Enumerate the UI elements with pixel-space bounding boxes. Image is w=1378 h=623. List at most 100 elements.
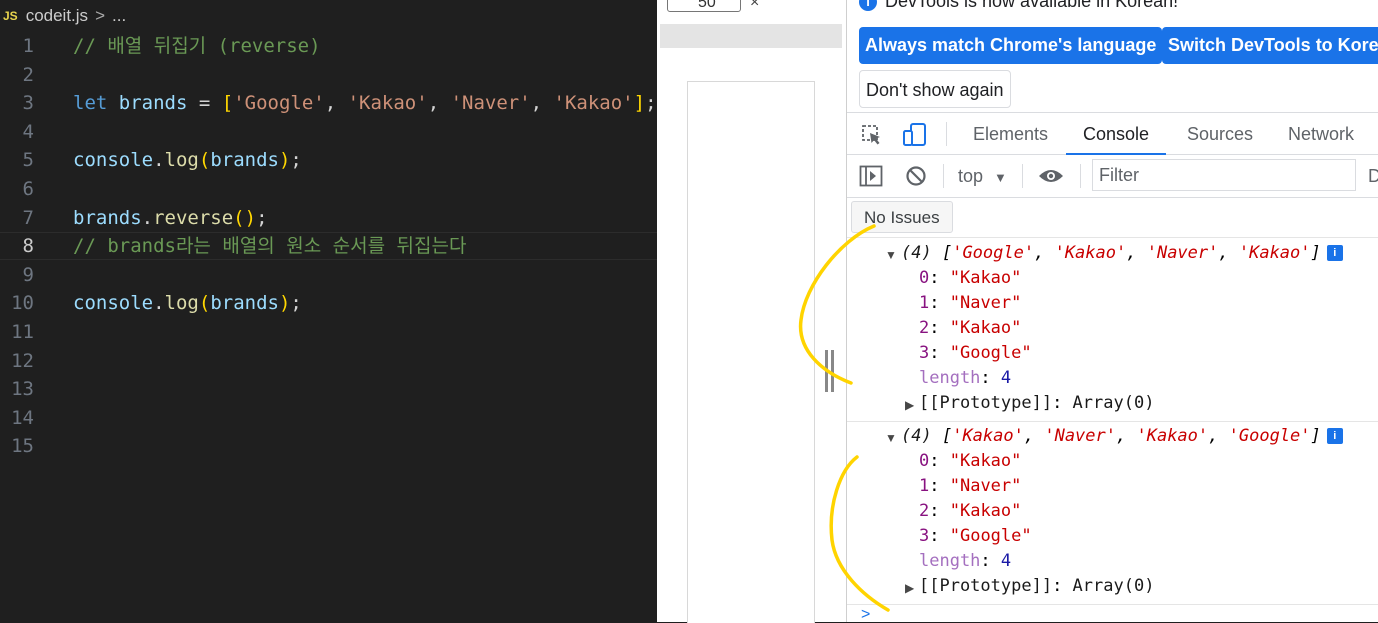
- tab-sources[interactable]: Sources: [1187, 113, 1253, 155]
- code-token: ;: [290, 292, 302, 315]
- code-line[interactable]: 1 // 배열 뒤집기 (reverse): [0, 32, 657, 60]
- prototype-value: Array(0): [1072, 576, 1155, 596]
- array-entry[interactable]: 0: "Kakao": [919, 451, 1021, 471]
- code-text[interactable]: // brands라는 배열의 원소 순서를 뒤집는다: [73, 232, 466, 260]
- array-entry[interactable]: 1: "Naver": [919, 476, 1021, 496]
- message-divider: [847, 604, 1378, 605]
- divider: [1022, 164, 1023, 188]
- breadcrumb: JS codeit.js > ...: [0, 0, 126, 32]
- notice-text: DevTools is now available in Korean!: [885, 0, 1179, 11]
- line-number: 11: [11, 321, 34, 343]
- zoom-input[interactable]: 50: [667, 0, 741, 12]
- code-token: ,: [324, 92, 348, 115]
- code-text[interactable]: console.log(brands);: [73, 146, 302, 174]
- code-token: (: [198, 292, 211, 315]
- array-entry[interactable]: 0: "Kakao": [919, 268, 1021, 288]
- console-log-entry: ▼ (4) ['Google', 'Kakao', 'Naver', 'Kakao…: [847, 243, 1378, 423]
- code-line[interactable]: 12: [0, 347, 657, 375]
- close-icon[interactable]: ×: [750, 0, 759, 12]
- tab-elements[interactable]: Elements: [973, 113, 1048, 155]
- array-entry[interactable]: 2: "Kakao": [919, 318, 1021, 338]
- preview-item: 'Kakao': [952, 426, 1024, 446]
- code-token: (): [233, 206, 257, 229]
- code-token: 'Naver': [450, 92, 531, 115]
- live-expression-eye-icon[interactable]: [1038, 167, 1064, 185]
- code-line[interactable]: 8 // brands라는 배열의 원소 순서를 뒤집는다: [0, 232, 657, 260]
- match-language-button[interactable]: Always match Chrome's language: [859, 27, 1163, 64]
- preview-item: 'Kakao': [1136, 426, 1209, 446]
- devtools-tabbar: Elements Console Sources Network: [847, 112, 1378, 155]
- expand-triangle-icon[interactable]: ▼: [885, 431, 897, 445]
- resize-handle[interactable]: [825, 350, 835, 392]
- preview-item: 'Naver': [1044, 426, 1116, 446]
- code-line[interactable]: 11: [0, 318, 657, 346]
- code-token: 'Kakao': [553, 92, 634, 115]
- info-badge-icon[interactable]: i: [1326, 245, 1343, 261]
- code-text[interactable]: brands.reverse();: [73, 204, 268, 232]
- inspect-element-icon[interactable]: [861, 124, 883, 146]
- code-line[interactable]: 4: [0, 118, 657, 146]
- line-number: 5: [22, 149, 34, 172]
- issues-button[interactable]: No Issues: [851, 201, 953, 233]
- entry-key: 1: [919, 293, 930, 313]
- tab-network[interactable]: Network: [1288, 113, 1354, 155]
- message-divider: [847, 421, 1378, 422]
- array-entry[interactable]: 1: "Naver": [919, 293, 1021, 313]
- code-line[interactable]: 10 console.log(brands);: [0, 289, 657, 317]
- filter-input[interactable]: Filter: [1092, 159, 1356, 191]
- code-token: brands: [118, 92, 188, 115]
- code-line[interactable]: 3 let brands = ['Google', 'Kakao', 'Naver…: [0, 89, 657, 117]
- code-text[interactable]: console.log(brands);: [73, 289, 302, 317]
- length-value: 4: [1000, 368, 1012, 388]
- console-prompt[interactable]: >: [861, 606, 870, 622]
- code-token: let: [73, 92, 108, 115]
- expand-triangle-icon[interactable]: ▼: [885, 248, 897, 262]
- language-notice: i DevTools is now available in Korean!: [859, 0, 1178, 12]
- line-number: 2: [22, 63, 34, 86]
- code-line[interactable]: 9: [0, 261, 657, 289]
- entry-key: 2: [919, 318, 930, 338]
- code-text[interactable]: // 배열 뒤집기 (reverse): [73, 32, 321, 60]
- switch-language-button[interactable]: Switch DevTools to Korean: [1162, 27, 1378, 64]
- entry-value: "Kakao": [949, 318, 1022, 338]
- code-editor[interactable]: JS codeit.js > ... 1 // 배열 뒤집기 (reverse) 2…: [0, 0, 657, 622]
- line-number: 8: [22, 235, 34, 258]
- code-line[interactable]: 7 brands.reverse();: [0, 204, 657, 232]
- code-token: ): [278, 149, 291, 172]
- code-token: =: [187, 92, 222, 115]
- viewport-toolbar: [660, 24, 842, 48]
- array-entry[interactable]: 3: "Google": [919, 343, 1032, 363]
- sidebar-toggle-icon[interactable]: [859, 165, 883, 187]
- expand-triangle-icon[interactable]: ▶: [905, 581, 914, 595]
- breadcrumb-file[interactable]: codeit.js: [26, 6, 88, 26]
- code-line[interactable]: 2: [0, 61, 657, 89]
- array-entry[interactable]: 3: "Google": [919, 526, 1032, 546]
- tab-console[interactable]: Console: [1066, 113, 1167, 155]
- code-line[interactable]: 13: [0, 375, 657, 403]
- array-length: length: 4: [919, 551, 1012, 571]
- clear-console-icon[interactable]: [905, 165, 927, 187]
- default-levels-dropdown[interactable]: D: [1368, 155, 1378, 197]
- array-entry[interactable]: 2: "Kakao": [919, 501, 1021, 521]
- dont-show-again-button[interactable]: Don't show again: [859, 70, 1011, 108]
- code-line[interactable]: 15: [0, 432, 657, 460]
- prototype-entry[interactable]: [[Prototype]]: Array(0): [919, 393, 1154, 413]
- prototype-entry[interactable]: [[Prototype]]: Array(0): [919, 576, 1154, 596]
- code-line[interactable]: 6: [0, 175, 657, 203]
- breadcrumb-more[interactable]: ...: [112, 6, 126, 26]
- device-toolbar-icon[interactable]: [902, 122, 928, 148]
- context-selector[interactable]: top ▼: [958, 155, 1007, 197]
- preview-item: 'Kakao': [1054, 243, 1127, 263]
- array-summary[interactable]: (4) ['Google', 'Kakao', 'Naver', 'Kakao'…: [901, 243, 1343, 263]
- array-summary[interactable]: (4) ['Kakao', 'Naver', 'Kakao', 'Google'…: [901, 426, 1343, 446]
- expand-triangle-icon[interactable]: ▶: [905, 398, 914, 412]
- code-token: ,: [427, 92, 451, 115]
- code-line[interactable]: 5 console.log(brands);: [0, 146, 657, 174]
- divider: [946, 122, 947, 146]
- line-number: 3: [22, 92, 34, 115]
- code-line[interactable]: 14: [0, 404, 657, 432]
- info-badge-icon[interactable]: i: [1326, 428, 1343, 444]
- code-text[interactable]: let brands = ['Google', 'Kakao', 'Naver'…: [73, 89, 657, 117]
- preview-item: 'Naver': [1146, 243, 1219, 263]
- code-token: ]: [633, 92, 646, 115]
